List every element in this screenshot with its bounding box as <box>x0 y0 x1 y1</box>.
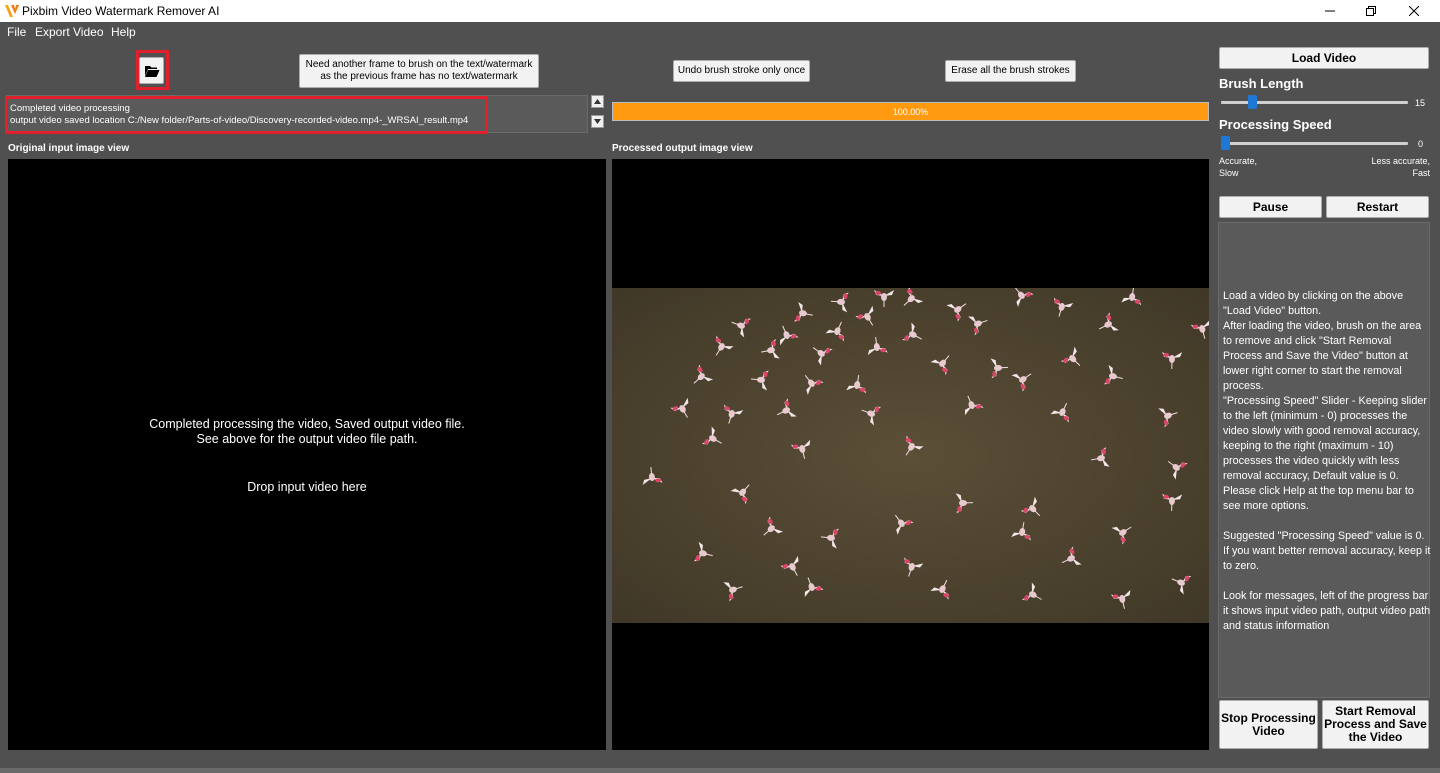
stop-processing-button[interactable]: Stop Processing Video <box>1219 700 1318 749</box>
menu-help[interactable]: Help <box>111 25 136 39</box>
another-frame-button[interactable]: Need another frame to brush on the text/… <box>299 54 539 88</box>
scroll-down-button[interactable] <box>591 115 604 128</box>
help-info-panel: Load a video by clicking on the above "L… <box>1218 222 1430 698</box>
processing-speed-title: Processing Speed <box>1219 117 1332 132</box>
menu-bar: File Export Video Help <box>0 22 1440 42</box>
output-frame-image <box>612 288 1209 623</box>
brush-length-handle[interactable] <box>1247 95 1257 109</box>
drop-video-text: Drop input video here <box>247 480 367 494</box>
arrow-up-icon <box>594 99 601 104</box>
scroll-up-button[interactable] <box>591 95 604 108</box>
pause-button[interactable]: Pause <box>1219 196 1322 218</box>
progress-label: 100.00% <box>892 106 929 117</box>
input-view-label: Original input image view <box>8 143 130 154</box>
processing-speed-value: 0 <box>1418 139 1424 149</box>
restore-icon <box>1366 6 1376 16</box>
brush-length-value: 15 <box>1415 98 1426 108</box>
open-video-button[interactable] <box>139 57 164 84</box>
app-logo-icon <box>5 5 19 17</box>
restore-button[interactable] <box>1349 0 1393 22</box>
status-line-2: output video saved location C:/New folde… <box>10 115 469 126</box>
erase-strokes-button[interactable]: Erase all the brush strokes <box>945 60 1076 82</box>
folder-open-icon <box>144 65 159 77</box>
help-info-text: Load a video by clicking on the above "L… <box>1223 290 1431 632</box>
processing-speed-slider[interactable] <box>1221 142 1408 145</box>
undo-brush-button[interactable]: Undo brush stroke only once <box>673 60 810 82</box>
speed-accurate-label: Accurate, Slow <box>1219 156 1258 178</box>
status-line-1: Completed video processing <box>10 103 130 114</box>
status-text-area[interactable]: Completed video processing output video … <box>6 95 588 133</box>
progress-bar: 100.00% <box>612 102 1209 121</box>
start-removal-button[interactable]: Start Removal Process and Save the Video <box>1322 700 1429 749</box>
close-button[interactable] <box>1392 0 1436 22</box>
title-bar: Pixbim Video Watermark Remover AI <box>0 0 1440 22</box>
window-title: Pixbim Video Watermark Remover AI <box>22 4 220 18</box>
input-image-view[interactable]: Completed processing the video, Saved ou… <box>8 159 606 750</box>
status-bar <box>0 768 1440 773</box>
restart-button[interactable]: Restart <box>1326 196 1429 218</box>
minimize-button[interactable] <box>1308 0 1352 22</box>
load-video-button[interactable]: Load Video <box>1219 47 1429 69</box>
arrow-down-icon <box>594 119 601 124</box>
minimize-icon <box>1325 10 1335 12</box>
speed-fast-label: Less accurate, Fast <box>1371 156 1430 178</box>
close-icon <box>1409 6 1419 16</box>
brush-length-title: Brush Length <box>1219 76 1304 91</box>
menu-file[interactable]: File <box>7 25 26 39</box>
input-status-message: Completed processing the video, Saved ou… <box>149 417 465 446</box>
output-image-view <box>612 159 1209 750</box>
output-view-label: Processed output image view <box>612 143 753 154</box>
menu-export-video[interactable]: Export Video <box>35 25 104 39</box>
processing-speed-handle[interactable] <box>1221 136 1230 150</box>
